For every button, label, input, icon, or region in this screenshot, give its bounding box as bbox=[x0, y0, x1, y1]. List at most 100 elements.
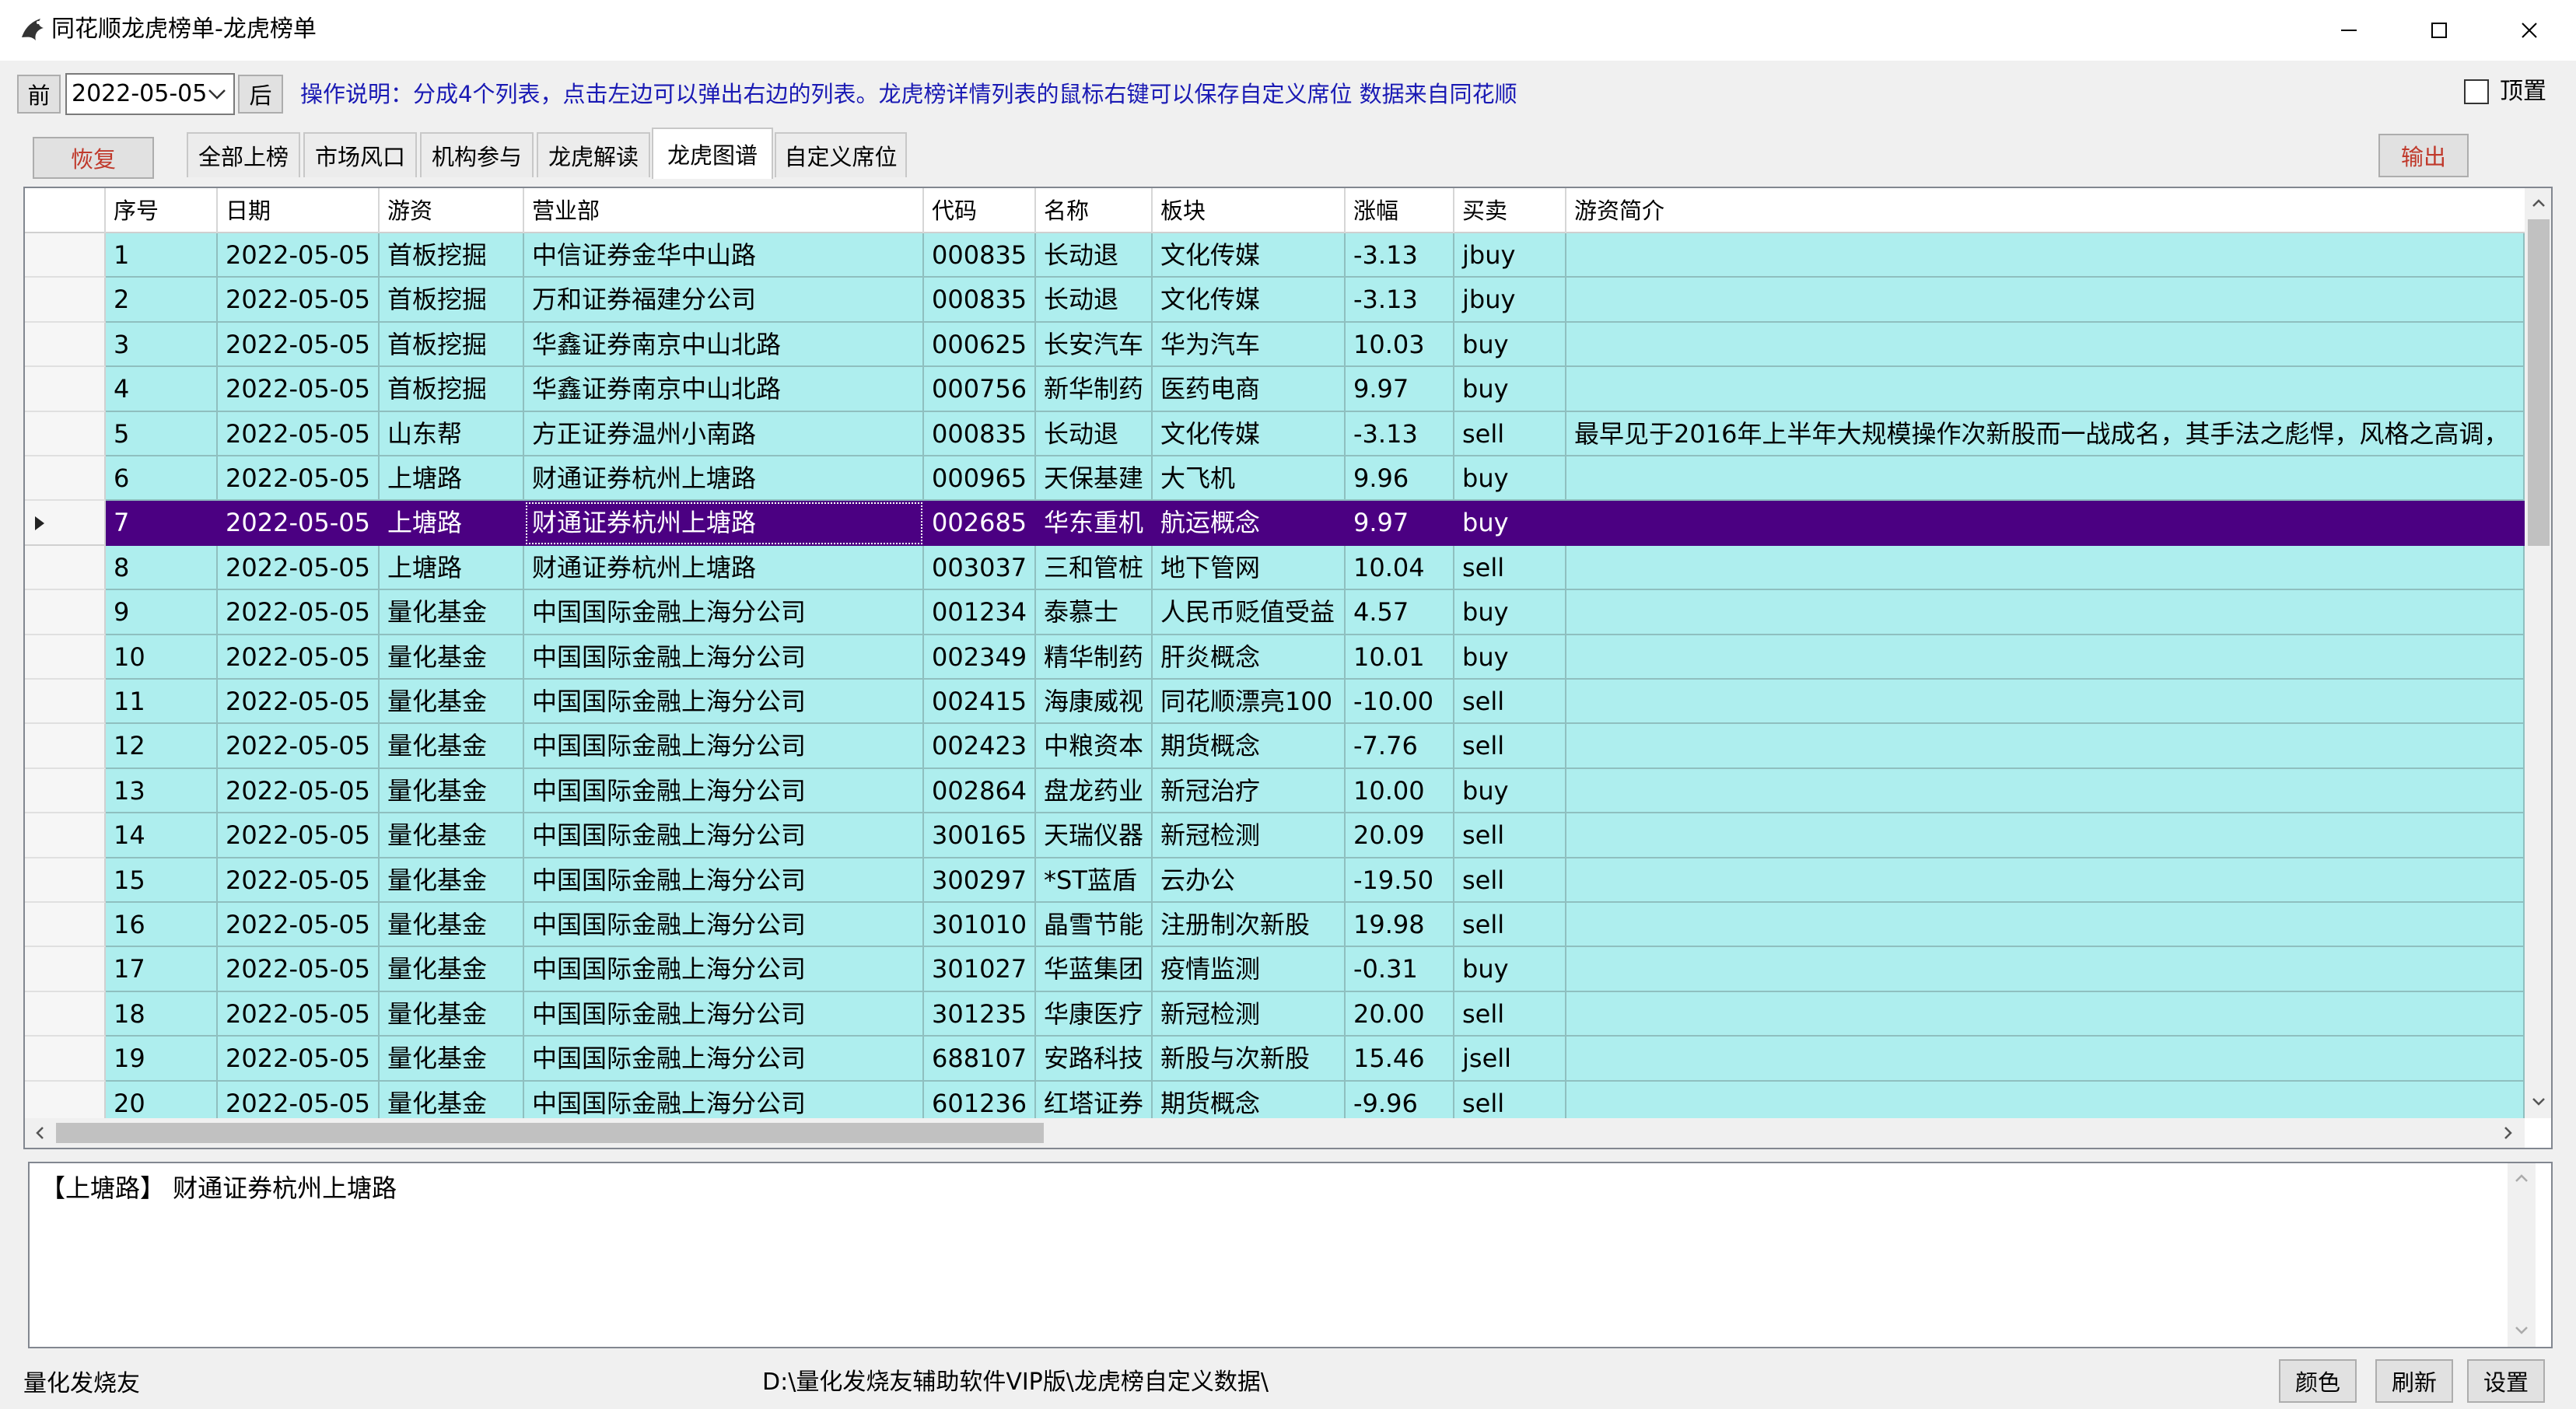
cell-sector[interactable]: 文化传媒 bbox=[1153, 411, 1346, 456]
cell-side[interactable]: buy bbox=[1454, 947, 1566, 992]
table-row[interactable]: 9 2022-05-05 量化基金 中国国际金融上海分公司 001234 泰慕士 人民币贬值… bbox=[25, 590, 2525, 635]
table-row[interactable]: 3 2022-05-05 首板挖掘 华鑫证券南京中山北路 000625 长安汽车 华为汽车 1… bbox=[25, 322, 2525, 368]
cell-trader[interactable]: 首板挖掘 bbox=[380, 367, 524, 412]
cell-date[interactable]: 2022-05-05 bbox=[218, 947, 380, 992]
cell-name[interactable]: 安路科技 bbox=[1036, 1037, 1153, 1082]
vertical-scroll-thumb[interactable] bbox=[2528, 219, 2550, 546]
tab-dragon-tiger-map[interactable]: 龙虎图谱 bbox=[652, 128, 773, 179]
cell-seq[interactable]: 16 bbox=[106, 903, 218, 948]
cell-side[interactable]: buy bbox=[1454, 501, 1566, 546]
cell-name[interactable]: 天保基建 bbox=[1036, 456, 1153, 502]
cell-sector[interactable]: 医药电商 bbox=[1153, 367, 1346, 412]
cell-date[interactable]: 2022-05-05 bbox=[218, 991, 380, 1037]
cell-code[interactable]: 002685 bbox=[924, 501, 1036, 546]
cell-change[interactable]: 10.00 bbox=[1346, 768, 1454, 814]
cell-code[interactable]: 002423 bbox=[924, 724, 1036, 769]
row-indicator[interactable] bbox=[25, 367, 106, 412]
cell-branch[interactable]: 中国国际金融上海分公司 bbox=[524, 858, 924, 903]
cell-branch[interactable]: 中国国际金融上海分公司 bbox=[524, 903, 924, 948]
cell-profile[interactable] bbox=[1566, 903, 2525, 948]
cell-change[interactable]: 15.46 bbox=[1346, 1037, 1454, 1082]
cell-code[interactable]: 300297 bbox=[924, 858, 1036, 903]
cell-side[interactable]: jbuy bbox=[1454, 233, 1566, 278]
cell-profile[interactable] bbox=[1566, 724, 2525, 769]
cell-profile[interactable] bbox=[1566, 858, 2525, 903]
cell-seq[interactable]: 2 bbox=[106, 278, 218, 323]
row-indicator[interactable] bbox=[25, 501, 106, 546]
date-picker[interactable]: 2022-05-05 bbox=[65, 73, 235, 115]
cell-branch[interactable]: 中信证券金华中山路 bbox=[524, 233, 924, 278]
cell-trader[interactable]: 量化基金 bbox=[380, 1037, 524, 1082]
cell-sector[interactable]: 期货概念 bbox=[1153, 724, 1346, 769]
cell-code[interactable]: 301027 bbox=[924, 947, 1036, 992]
cell-trader[interactable]: 上塘路 bbox=[380, 545, 524, 591]
row-indicator[interactable] bbox=[25, 947, 106, 992]
row-indicator[interactable] bbox=[25, 1037, 106, 1082]
cell-side[interactable]: buy bbox=[1454, 322, 1566, 368]
cell-branch[interactable]: 中国国际金融上海分公司 bbox=[524, 1081, 924, 1118]
tab-custom-seats[interactable]: 自定义席位 bbox=[775, 132, 907, 177]
cell-change[interactable]: 10.01 bbox=[1346, 635, 1454, 680]
horizontal-scrollbar[interactable] bbox=[25, 1118, 2525, 1148]
cell-branch[interactable]: 中国国际金融上海分公司 bbox=[524, 813, 924, 858]
cell-code[interactable]: 002415 bbox=[924, 680, 1036, 725]
row-indicator[interactable] bbox=[25, 233, 106, 278]
cell-seq[interactable]: 1 bbox=[106, 233, 218, 278]
cell-name[interactable]: 长动退 bbox=[1036, 411, 1153, 456]
cell-profile[interactable] bbox=[1566, 991, 2525, 1037]
scroll-up-icon[interactable] bbox=[2527, 191, 2550, 215]
cell-profile[interactable] bbox=[1566, 501, 2525, 546]
row-indicator[interactable] bbox=[25, 680, 106, 725]
cell-branch[interactable]: 华鑫证券南京中山北路 bbox=[524, 322, 924, 368]
cell-sector[interactable]: 新冠检测 bbox=[1153, 813, 1346, 858]
cell-sector[interactable]: 航运概念 bbox=[1153, 501, 1346, 546]
cell-trader[interactable]: 量化基金 bbox=[380, 1081, 524, 1118]
cell-date[interactable]: 2022-05-05 bbox=[218, 1081, 380, 1118]
row-indicator[interactable] bbox=[25, 456, 106, 502]
table-row[interactable]: 14 2022-05-05 量化基金 中国国际金融上海分公司 300165 天瑞仪器 新冠检… bbox=[25, 813, 2525, 858]
row-indicator[interactable] bbox=[25, 545, 106, 591]
row-indicator[interactable] bbox=[25, 991, 106, 1037]
cell-profile[interactable] bbox=[1566, 768, 2525, 814]
cell-branch[interactable]: 华鑫证券南京中山北路 bbox=[524, 367, 924, 412]
cell-code[interactable]: 301235 bbox=[924, 991, 1036, 1037]
cell-sector[interactable]: 文化传媒 bbox=[1153, 233, 1346, 278]
cell-change[interactable]: 9.97 bbox=[1346, 367, 1454, 412]
cell-change[interactable]: -9.96 bbox=[1346, 1081, 1454, 1118]
cell-profile[interactable] bbox=[1566, 322, 2525, 368]
cell-change[interactable]: 9.96 bbox=[1346, 456, 1454, 502]
cell-sector[interactable]: 云办公 bbox=[1153, 858, 1346, 903]
cell-code[interactable]: 000625 bbox=[924, 322, 1036, 368]
scroll-up-icon[interactable] bbox=[2510, 1166, 2533, 1190]
table-row[interactable]: 15 2022-05-05 量化基金 中国国际金融上海分公司 300297 *ST蓝盾 云办… bbox=[25, 858, 2525, 903]
cell-branch[interactable]: 中国国际金融上海分公司 bbox=[524, 635, 924, 680]
cell-profile[interactable] bbox=[1566, 545, 2525, 591]
cell-trader[interactable]: 量化基金 bbox=[380, 903, 524, 948]
cell-code[interactable]: 300165 bbox=[924, 813, 1036, 858]
scroll-down-icon[interactable] bbox=[2527, 1090, 2550, 1114]
cell-name[interactable]: 三和管桩 bbox=[1036, 545, 1153, 591]
cell-sector[interactable]: 新冠治疗 bbox=[1153, 768, 1346, 814]
cell-name[interactable]: 华康医疗 bbox=[1036, 991, 1153, 1037]
cell-trader[interactable]: 首板挖掘 bbox=[380, 233, 524, 278]
table-row[interactable]: 20 2022-05-05 量化基金 中国国际金融上海分公司 601236 红塔证券 期货概… bbox=[25, 1081, 2525, 1118]
cell-seq[interactable]: 4 bbox=[106, 367, 218, 412]
cell-name[interactable]: 长动退 bbox=[1036, 278, 1153, 323]
cell-change[interactable]: -3.13 bbox=[1346, 411, 1454, 456]
cell-branch[interactable]: 中国国际金融上海分公司 bbox=[524, 590, 924, 635]
tab-market-trend[interactable]: 市场风口 bbox=[303, 132, 417, 177]
cell-profile[interactable] bbox=[1566, 1081, 2525, 1118]
table-row[interactable]: 8 2022-05-05 上塘路 财通证券杭州上塘路 003037 三和管桩 地下管网 10.… bbox=[25, 545, 2525, 591]
vertical-scrollbar[interactable] bbox=[2525, 188, 2551, 1118]
cell-code[interactable]: 002349 bbox=[924, 635, 1036, 680]
cell-trader[interactable]: 首板挖掘 bbox=[380, 322, 524, 368]
table-row[interactable]: 6 2022-05-05 上塘路 财通证券杭州上塘路 000965 天保基建 大飞机 9.96… bbox=[25, 456, 2525, 502]
cell-profile[interactable] bbox=[1566, 1037, 2525, 1082]
cell-side[interactable]: sell bbox=[1454, 813, 1566, 858]
cell-code[interactable]: 301010 bbox=[924, 903, 1036, 948]
column-header-profile[interactable]: 游资简介 bbox=[1566, 188, 2525, 233]
cell-date[interactable]: 2022-05-05 bbox=[218, 456, 380, 502]
cell-sector[interactable]: 期货概念 bbox=[1153, 1081, 1346, 1118]
cell-side[interactable]: sell bbox=[1454, 858, 1566, 903]
cell-name[interactable]: 华蓝集团 bbox=[1036, 947, 1153, 992]
